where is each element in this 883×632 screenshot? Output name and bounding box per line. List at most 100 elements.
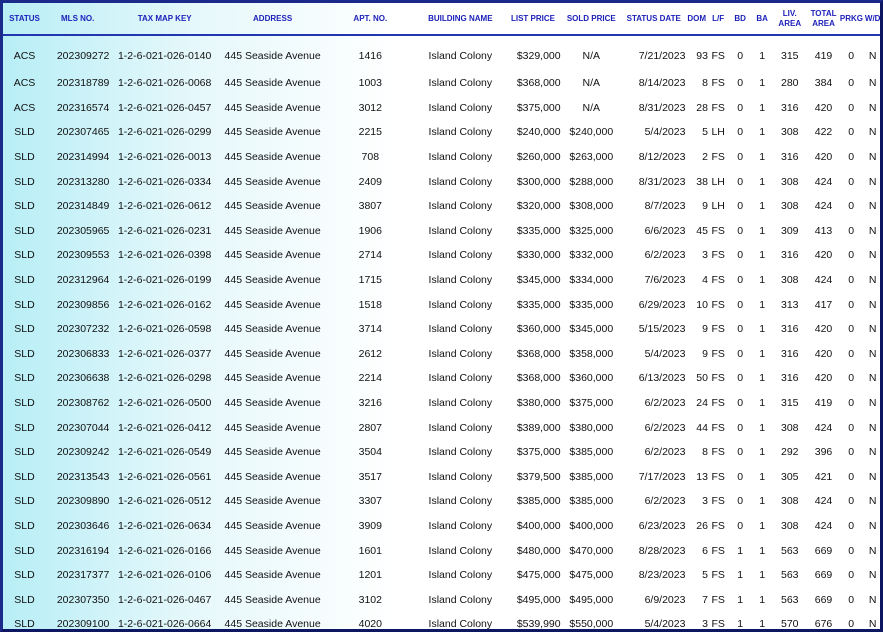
apt-number-cell: 2612 — [358, 347, 382, 360]
table-row[interactable]: SLD 202307044 1-2-6-021-026-0412 445 Seasid… — [3, 415, 880, 440]
total-area-cell: 419 — [814, 397, 833, 410]
table-row[interactable]: SLD 202307350 1-2-6-021-026-0467 445 Seasid… — [3, 587, 880, 612]
table-row[interactable]: ACS 202316574 1-2-6-021-026-0457 445 Seasid… — [3, 96, 880, 121]
bd-cell: 0 — [737, 200, 744, 213]
ba-cell: 1 — [759, 274, 766, 287]
table-row[interactable]: SLD 202306638 1-2-6-021-026-0298 445 Seasid… — [3, 366, 880, 391]
col-header-total-area[interactable]: TOTAL AREA — [807, 3, 840, 36]
liv-area-cell: 308 — [781, 421, 799, 434]
sold-price-cell: $308,000 — [569, 200, 614, 213]
table-row[interactable]: SLD 202312964 1-2-6-021-026-0199 445 Seasid… — [3, 268, 880, 293]
col-header-ba[interactable]: BA — [751, 3, 773, 36]
table-row[interactable]: SLD 202317377 1-2-6-021-026-0106 445 Seasid… — [3, 563, 880, 588]
table-row[interactable]: SLD 202316194 1-2-6-021-026-0166 445 Seasid… — [3, 538, 880, 563]
address-cell: 445 Seaside Avenue — [224, 495, 321, 508]
status-cell: ACS — [13, 77, 36, 90]
status-cell: SLD — [14, 470, 35, 483]
col-header-sold-price[interactable]: SOLD PRICE — [560, 3, 622, 36]
liv-area-cell: 316 — [781, 249, 799, 262]
table-row[interactable]: SLD 202308762 1-2-6-021-026-0500 445 Seasid… — [3, 391, 880, 416]
mls-number-cell: 202305965 — [56, 224, 110, 237]
liv-area-cell: 308 — [781, 519, 799, 532]
table-row[interactable]: SLD 202303646 1-2-6-021-026-0634 445 Seasid… — [3, 514, 880, 539]
table-row[interactable]: SLD 202314849 1-2-6-021-026-0612 445 Seasid… — [3, 194, 880, 219]
status-cell: SLD — [14, 347, 35, 360]
address-cell: 445 Seaside Avenue — [224, 298, 321, 311]
building-name-cell: Island Colony — [428, 50, 493, 62]
sold-price-cell: $288,000 — [569, 175, 614, 188]
table-row[interactable]: SLD 202309890 1-2-6-021-026-0512 445 Seasid… — [3, 489, 880, 514]
list-price-cell: $475,000 — [516, 569, 561, 582]
building-name-cell: Island Colony — [428, 569, 493, 582]
wd-cell: N — [868, 347, 877, 360]
table-row[interactable]: ACS 202318789 1-2-6-021-026-0068 445 Seasid… — [3, 71, 880, 96]
address-cell: 445 Seaside Avenue — [224, 569, 321, 582]
table-row[interactable]: SLD 202314994 1-2-6-021-026-0013 445 Seasid… — [3, 145, 880, 170]
bd-cell: 1 — [737, 569, 744, 582]
col-header-status-date[interactable]: STATUS DATE — [622, 3, 686, 36]
tax-map-key-cell: 1-2-6-021-026-0664 — [117, 618, 212, 631]
table-row[interactable]: SLD 202309856 1-2-6-021-026-0162 445 Seasid… — [3, 292, 880, 317]
liv-area-cell: 308 — [781, 175, 799, 188]
col-header-dom[interactable]: DOM — [685, 3, 708, 36]
tax-map-key-cell: 1-2-6-021-026-0549 — [117, 446, 212, 459]
status-cell: SLD — [14, 618, 35, 631]
sold-price-cell: $375,000 — [569, 397, 614, 410]
prkg-cell: 0 — [848, 77, 855, 90]
building-name-cell: Island Colony — [428, 175, 493, 188]
prkg-cell: 0 — [848, 175, 855, 188]
table-row[interactable]: SLD 202309242 1-2-6-021-026-0549 445 Seasid… — [3, 440, 880, 465]
col-header-address[interactable]: ADDRESS — [219, 3, 326, 36]
status-date-cell: 6/2/2023 — [644, 421, 686, 434]
col-header-prkg[interactable]: PRKG — [839, 3, 863, 36]
status-date-cell: 8/31/2023 — [638, 175, 686, 188]
col-header-lf[interactable]: L/F — [707, 3, 729, 36]
table-row[interactable]: SLD 202309100 1-2-6-021-026-0664 445 Seasid… — [3, 612, 880, 631]
mls-number-cell: 202316194 — [56, 544, 110, 557]
table-row[interactable]: ACS 202309272 1-2-6-021-026-0140 445 Seasid… — [3, 35, 880, 71]
col-header-status[interactable]: STATUS — [3, 3, 46, 36]
col-header-wd[interactable]: W/D — [862, 3, 880, 36]
col-header-bd[interactable]: BD — [728, 3, 752, 36]
col-header-list-price[interactable]: LIST PRICE — [505, 3, 561, 36]
col-header-tax-map-key[interactable]: TAX MAP KEY — [109, 3, 220, 36]
liv-area-cell: 308 — [781, 495, 799, 508]
status-cell: SLD — [14, 397, 35, 410]
table-row[interactable]: SLD 202305965 1-2-6-021-026-0231 445 Seasid… — [3, 219, 880, 244]
lf-cell: FS — [711, 249, 725, 262]
prkg-cell: 0 — [848, 372, 855, 385]
address-cell: 445 Seaside Avenue — [224, 593, 321, 606]
table-row[interactable]: SLD 202309553 1-2-6-021-026-0398 445 Seasid… — [3, 243, 880, 268]
address-cell: 445 Seaside Avenue — [224, 224, 321, 237]
lf-cell: FS — [711, 298, 725, 311]
table-row[interactable]: SLD 202307465 1-2-6-021-026-0299 445 Seasid… — [3, 120, 880, 145]
list-price-cell: $368,000 — [516, 372, 561, 385]
tax-map-key-cell: 1-2-6-021-026-0162 — [117, 298, 212, 311]
col-header-building[interactable]: BUILDING NAME — [415, 3, 506, 36]
tax-map-key-cell: 1-2-6-021-026-0334 — [117, 175, 212, 188]
wd-cell: N — [868, 175, 877, 188]
status-cell: SLD — [14, 151, 35, 164]
building-name-cell: Island Colony — [428, 200, 493, 213]
total-area-cell: 417 — [814, 298, 833, 311]
lf-cell: FS — [711, 274, 725, 287]
apt-number-cell: 2807 — [358, 421, 382, 434]
wd-cell: N — [868, 470, 877, 483]
table-row[interactable]: SLD 202313280 1-2-6-021-026-0334 445 Seasid… — [3, 169, 880, 194]
liv-area-cell: 316 — [781, 372, 799, 385]
table-row[interactable]: SLD 202307232 1-2-6-021-026-0598 445 Seasid… — [3, 317, 880, 342]
col-header-liv-area[interactable]: LIV. AREA — [772, 3, 808, 36]
table-row[interactable]: SLD 202306833 1-2-6-021-026-0377 445 Seasid… — [3, 342, 880, 367]
bd-cell: 1 — [737, 618, 744, 631]
ba-cell: 1 — [759, 519, 766, 532]
list-price-cell: $389,000 — [516, 421, 561, 434]
col-header-apt[interactable]: APT. NO. — [325, 3, 416, 36]
col-header-mls[interactable]: MLS NO. — [45, 3, 110, 36]
table-row[interactable]: SLD 202313543 1-2-6-021-026-0561 445 Seasid… — [3, 465, 880, 490]
address-cell: 445 Seaside Avenue — [224, 372, 321, 385]
status-date-cell: 8/23/2023 — [638, 569, 686, 582]
wd-cell: N — [868, 151, 877, 164]
list-price-cell: $360,000 — [516, 323, 561, 336]
status-cell: SLD — [14, 372, 35, 385]
sold-price-cell: $240,000 — [569, 126, 614, 139]
